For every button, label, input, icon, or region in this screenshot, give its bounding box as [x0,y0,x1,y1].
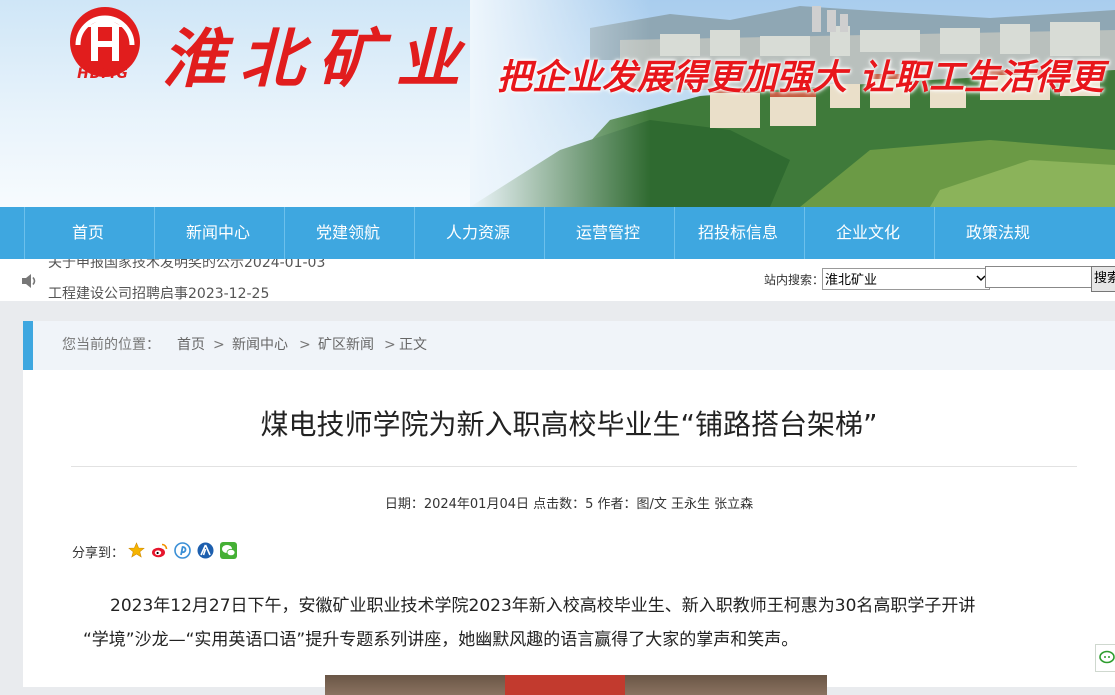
wechat-float-icon [1099,650,1115,664]
site-search-label: 站内搜索： [764,273,825,287]
article-paragraph-line: “学境”沙龙—“实用英语口语”提升专题系列讲座，她幽默风趣的语言赢得了大家的掌声… [83,630,799,650]
ticker-item[interactable]: 工程建设公司招聘启事2023-12-25 [48,283,269,301]
breadcrumb-prefix: 您当前的位置： [62,337,160,353]
logo-brand-text: HBMG [77,66,129,82]
floating-wechat-icon[interactable] [1095,644,1115,672]
breadcrumb-separator: > [299,337,311,353]
breadcrumb-news[interactable]: 新闻中心 [232,321,288,370]
nav-item-culture[interactable]: 企业文化 [803,207,933,259]
article-paragraph-line: 2023年12月27日下午，安徽矿业职业技术学院2023年新入校高校毕业生、新入… [110,596,976,616]
nav-item-news[interactable]: 新闻中心 [153,207,283,259]
article-panel: 煤电技师学院为新入职高校毕业生“铺路搭台架梯” 日期：2024年01月04日 点… [23,370,1115,695]
nav-item-operations[interactable]: 运营管控 [543,207,673,259]
banner-slogan: 把企业发展得更加强大 让职工生活得更 [497,58,1105,98]
title-divider [71,466,1077,467]
breadcrumb-home[interactable]: 首页 [177,321,205,370]
pinterest-icon[interactable] [174,542,191,559]
qzone-icon[interactable] [128,542,145,559]
wechat-icon[interactable] [220,542,237,559]
breadcrumb-separator: > [384,337,396,353]
nav-item-policy[interactable]: 政策法规 [933,207,1063,259]
nav-item-party[interactable]: 党建领航 [283,207,413,259]
breadcrumb-current: 正文 [399,337,427,353]
photo-detail [505,675,625,695]
breadcrumb: 您当前的位置： 首页 > 新闻中心 > 矿区新闻 > 正文 [23,321,1115,370]
weibo-icon[interactable] [151,542,168,559]
nav-item-hr[interactable]: 人力资源 [413,207,543,259]
speaker-icon [22,274,36,288]
article-title: 煤电技师学院为新入职高校毕业生“铺路搭台架梯” [260,408,878,441]
company-name: 淮北矿业 [162,22,474,97]
article-meta: 日期：2024年01月04日 点击数：5 作者：图/文 王永生 张立森 [384,497,754,512]
site-banner: HBMG 淮北矿业 把企业发展得更加强大 让职工生活得更 [0,0,1115,207]
nav-item-home[interactable]: 首页 [23,207,153,259]
banner-landscape-image [470,0,1115,207]
notice-toolbar: 关于申报国家技术发明奖的公示2024-01-03 工程建设公司招聘启事2023-… [0,259,1115,301]
nav-item-bidding[interactable]: 招投标信息 [673,207,803,259]
news-ticker: 关于申报国家技术发明奖的公示2024-01-03 工程建设公司招聘启事2023-… [48,259,348,301]
main-nav: 首页 新闻中心 党建领航 人力资源 运营管控 招投标信息 企业文化 政策法规 [0,207,1115,259]
share-label: 分享到： [72,546,125,561]
breadcrumb-mine-news[interactable]: 矿区新闻 [318,321,374,370]
renren-icon[interactable] [197,542,214,559]
search-input[interactable] [985,266,1094,288]
breadcrumb-separator: > [213,337,225,353]
search-scope-select[interactable]: 淮北矿业 [822,268,990,290]
search-scope-value: 淮北矿业 [825,273,878,288]
ticker-item[interactable]: 关于申报国家技术发明奖的公示2024-01-03 [48,259,325,274]
article-photo [325,675,827,695]
search-button[interactable]: 搜索 [1091,266,1115,292]
